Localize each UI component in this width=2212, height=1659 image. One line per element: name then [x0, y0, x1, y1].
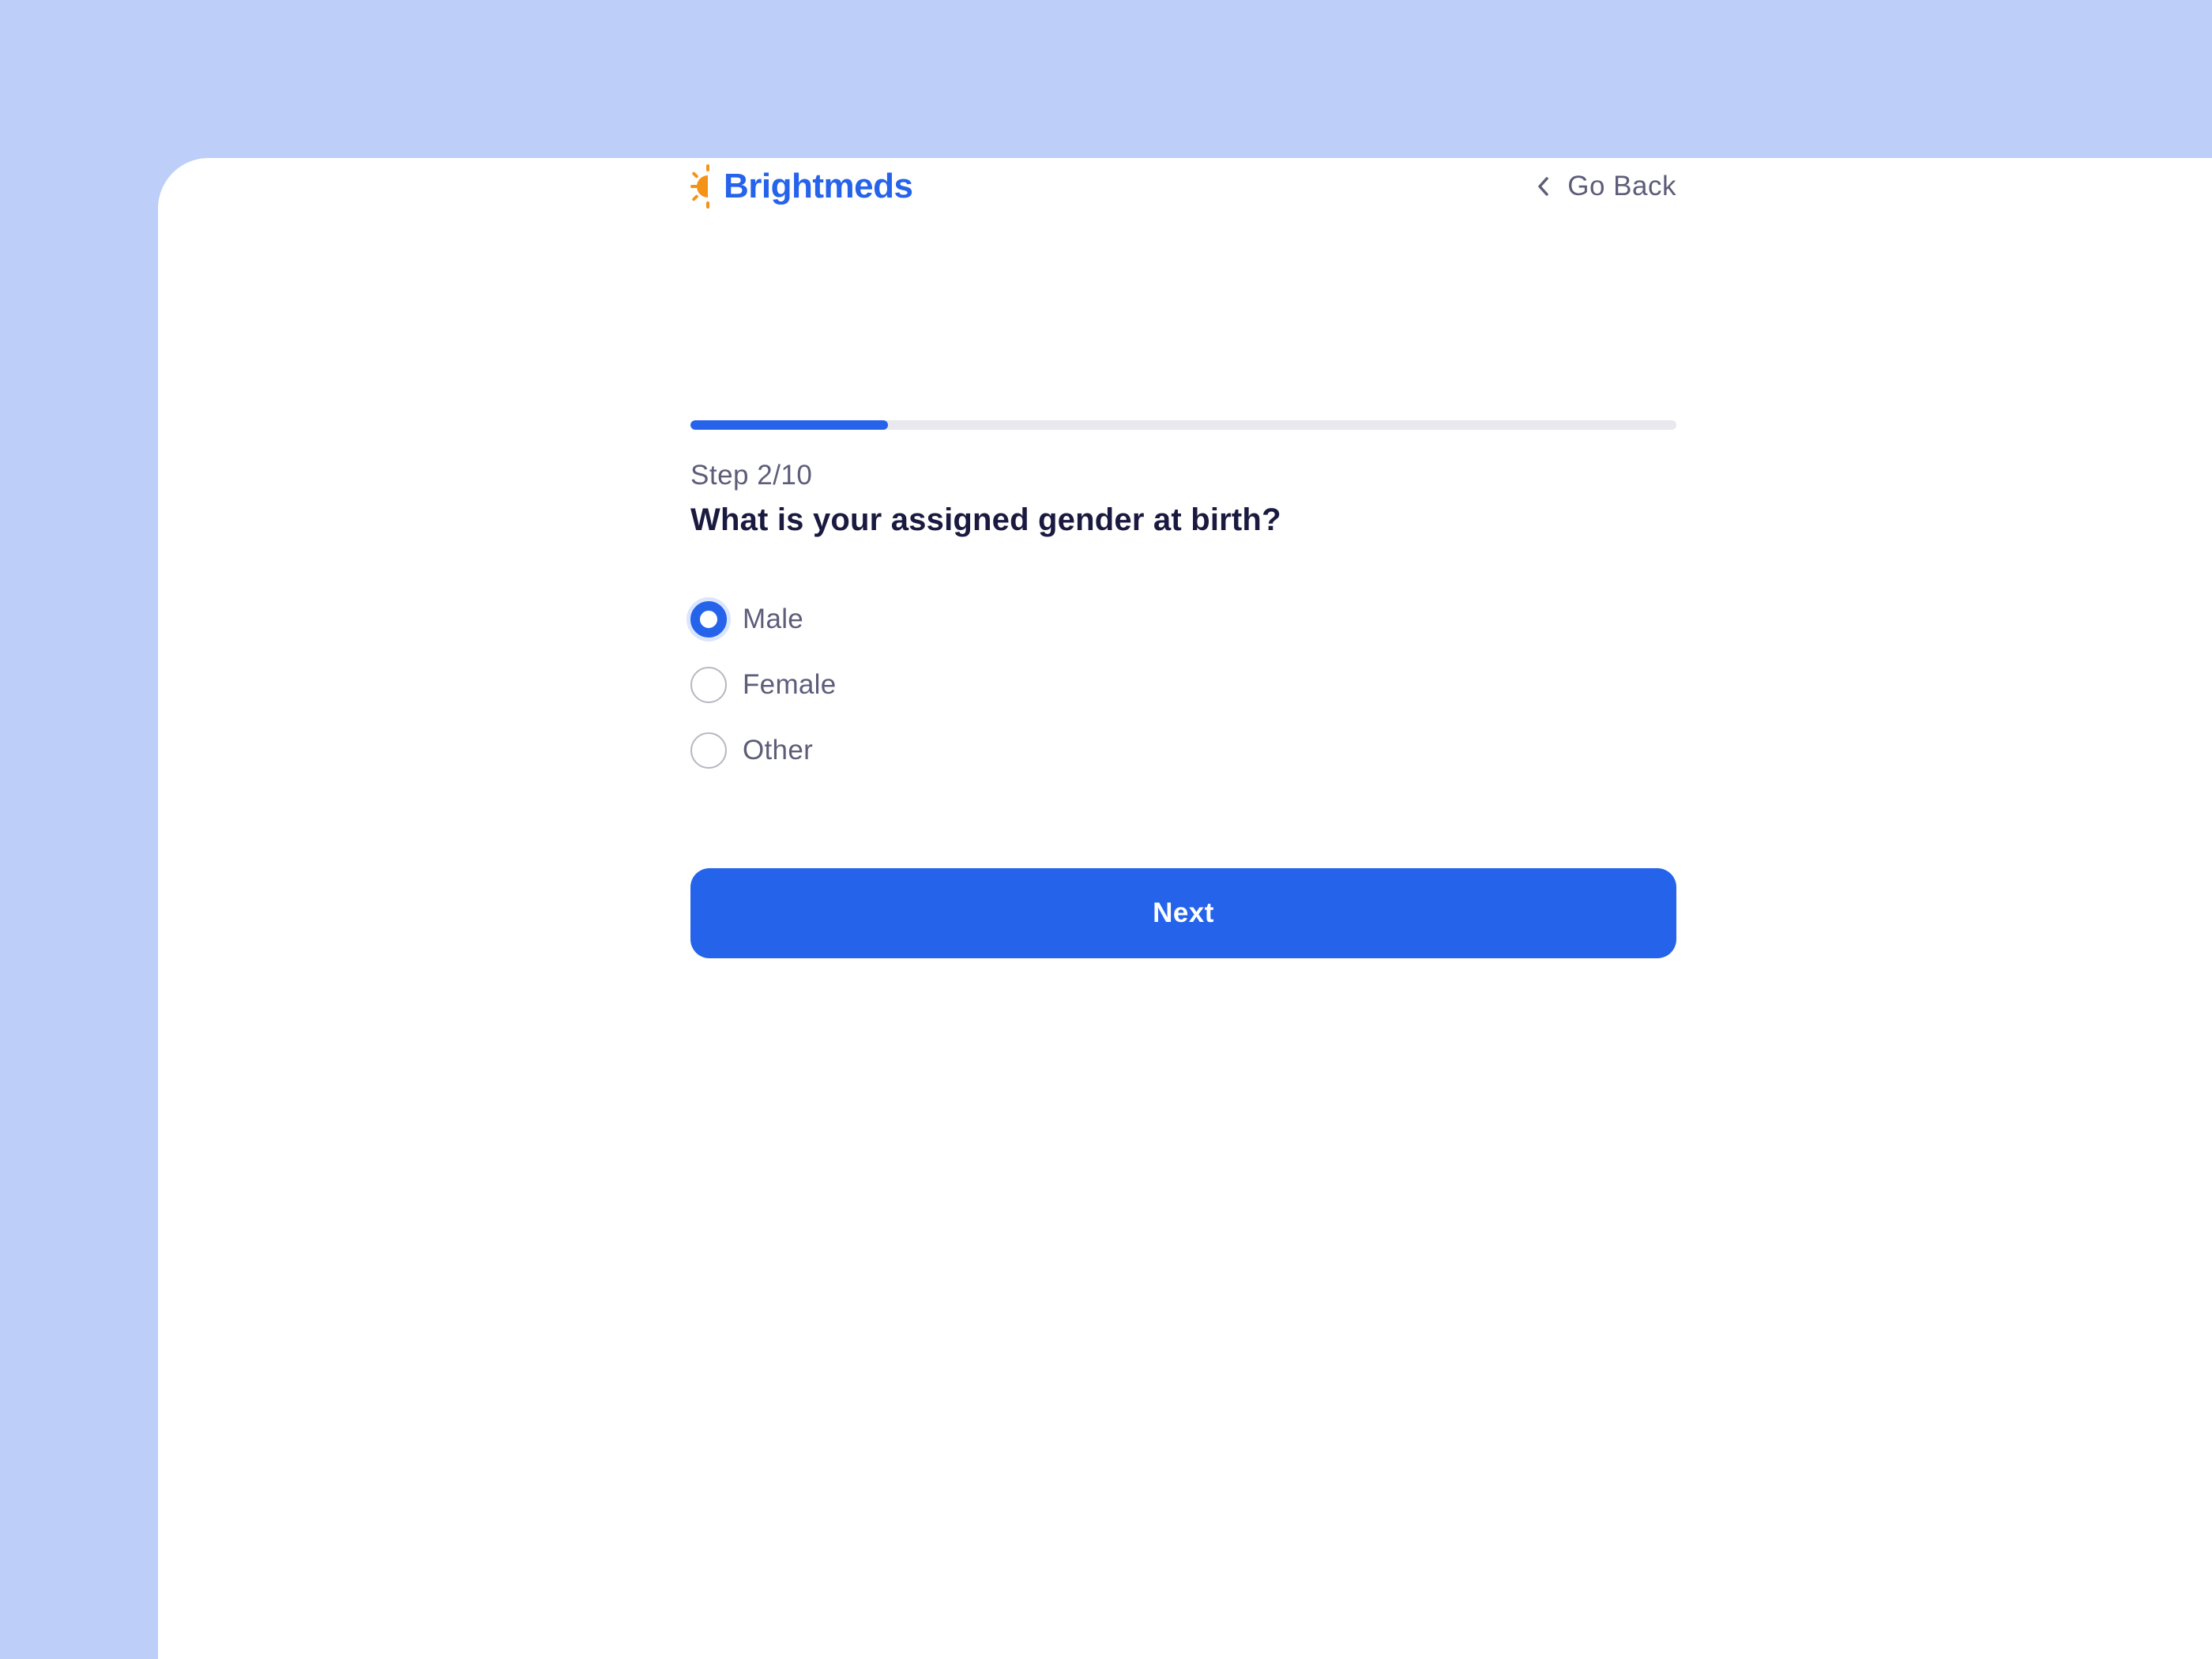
option-male[interactable]: Male [690, 596, 837, 643]
radio-male[interactable] [690, 601, 727, 638]
next-button[interactable]: Next [690, 868, 1676, 958]
brand-logo: Brightmeds [690, 158, 913, 215]
step-indicator: Step 2/10 [690, 460, 813, 491]
gender-options: Male Female Other [690, 596, 837, 792]
option-label: Other [743, 735, 814, 766]
go-back-label: Go Back [1567, 171, 1676, 201]
sun-logo-icon [690, 164, 709, 209]
progress-bar [690, 420, 1676, 430]
chevron-left-icon [1538, 177, 1549, 196]
progress-fill [690, 420, 888, 430]
option-female[interactable]: Female [690, 661, 837, 709]
radio-female[interactable] [690, 667, 727, 703]
option-label: Male [743, 604, 804, 634]
option-label: Female [743, 669, 837, 700]
question-title: What is your assigned gender at birth? [690, 502, 1281, 537]
questionnaire-form: Brightmeds Go Back Step 2/10 What is you… [690, 158, 1676, 958]
option-other[interactable]: Other [690, 727, 837, 774]
brand-name: Brightmeds [724, 167, 913, 205]
header: Brightmeds Go Back [690, 158, 1676, 215]
go-back-button[interactable]: Go Back [1534, 158, 1676, 215]
radio-other[interactable] [690, 732, 727, 769]
